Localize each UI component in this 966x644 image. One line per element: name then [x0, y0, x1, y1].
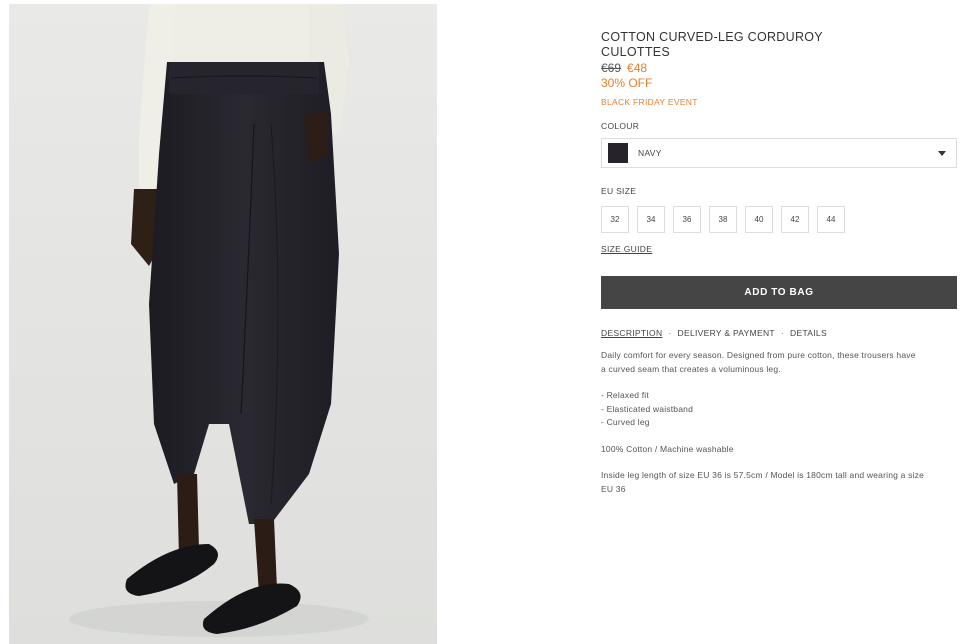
original-price: €69 — [601, 61, 622, 75]
product-title-line-2: CULOTTES — [601, 45, 671, 59]
product-title: COTTON CURVED-LEG CORDUROY CULOTTES — [601, 30, 957, 60]
price-row: €69 €48 — [601, 61, 957, 76]
description-intro-line-1: Daily comfort for every season. Designed… — [601, 350, 916, 360]
size-label: EU SIZE — [601, 186, 637, 196]
description-fit-line-2: EU 36 — [601, 483, 626, 494]
description-features: - Relaxed fit - Elasticated waistband - … — [601, 389, 957, 430]
product-description: Daily comfort for every season. Designed… — [601, 349, 957, 496]
discount-label: 30% OFF — [601, 76, 653, 90]
tab-delivery-payment[interactable]: DELIVERY & PAYMENT — [678, 328, 775, 338]
description-fit: Inside leg length of size EU 36 is 57.5c… — [601, 469, 957, 496]
colour-selected-value: NAVY — [638, 148, 662, 158]
size-option-34[interactable]: 34 — [637, 206, 665, 233]
size-option-38[interactable]: 38 — [709, 206, 737, 233]
product-title-line-1: COTTON CURVED-LEG CORDUROY — [601, 30, 823, 44]
size-option-32[interactable]: 32 — [601, 206, 629, 233]
tab-details[interactable]: DETAILS — [790, 328, 827, 338]
feature-item: - Relaxed fit — [601, 390, 649, 400]
product-photo-illustration — [9, 4, 437, 644]
product-image — [9, 4, 437, 644]
tab-description[interactable]: DESCRIPTION — [601, 328, 662, 338]
info-tabs: DESCRIPTION · DELIVERY & PAYMENT · DETAI… — [601, 328, 957, 338]
feature-item: - Elasticated waistband — [601, 403, 694, 414]
colour-swatch — [608, 143, 628, 163]
description-intro: Daily comfort for every season. Designed… — [601, 349, 957, 376]
size-option-36[interactable]: 36 — [673, 206, 701, 233]
size-guide-link[interactable]: SIZE GUIDE — [601, 244, 652, 254]
product-info-panel: COTTON CURVED-LEG CORDUROY CULOTTES €69 €… — [601, 30, 957, 509]
description-composition: 100% Cotton / Machine washable — [601, 443, 734, 454]
chevron-down-icon — [938, 151, 946, 156]
description-fit-line-1: Inside leg length of size EU 36 is 57.5c… — [601, 470, 925, 480]
colour-select[interactable]: NAVY — [601, 138, 957, 168]
size-option-40[interactable]: 40 — [745, 206, 773, 233]
add-to-bag-button[interactable]: ADD TO BAG — [601, 276, 957, 309]
colour-label: COLOUR — [601, 121, 640, 131]
tab-separator: · — [668, 328, 672, 338]
tab-separator: · — [780, 328, 785, 338]
description-intro-line-2: a curved seam that creates a voluminous … — [601, 363, 781, 374]
feature-item: - Curved leg — [601, 417, 650, 427]
size-option-42[interactable]: 42 — [781, 206, 809, 233]
event-label: BLACK FRIDAY EVENT — [601, 97, 698, 107]
size-option-44[interactable]: 44 — [817, 206, 845, 233]
sale-price: €48 — [627, 61, 648, 75]
size-options: 32 34 36 38 40 42 44 — [601, 206, 957, 233]
